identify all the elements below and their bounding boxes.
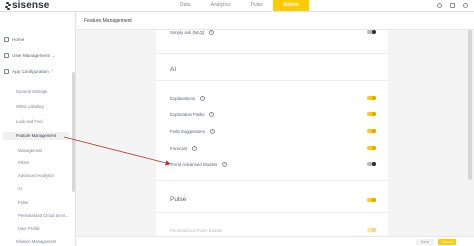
feature-label: Explanations <box>170 95 196 101</box>
info-icon[interactable]: i <box>209 29 215 35</box>
sidebar-item-user-management[interactable]: User Management ⌄ <box>4 53 55 58</box>
sidebar-item-management[interactable]: Management <box>18 148 42 153</box>
top-navbar: sisense Data Analytics Pulse Admin <box>0 0 474 12</box>
help-icon[interactable] <box>437 3 442 8</box>
info-icon[interactable]: i <box>200 95 206 101</box>
feature-row-explanations: Explanations i <box>170 94 382 102</box>
home-icon <box>4 37 9 42</box>
brand-name: sisense <box>12 0 50 11</box>
main-scrollbar[interactable] <box>468 30 472 180</box>
users-icon <box>4 53 9 58</box>
sidebar-item-ai[interactable]: AI <box>18 186 22 191</box>
sidebar-item-app-configuration[interactable]: App Configuration ⌃ <box>4 69 54 74</box>
toggle-trend-advanced-models[interactable] <box>367 162 376 166</box>
feature-row-trend-advanced-models: Trend Advanced Models i <box>170 160 382 168</box>
feature-row-personalized-pulse: Personalized Pulse Builder <box>170 226 382 234</box>
sidebar-item-personalized-cloud[interactable]: Personalized Cloud Servi... <box>18 213 69 218</box>
toggle-forecast[interactable] <box>367 146 376 150</box>
footer-bar: Save Cancel <box>77 236 474 246</box>
section-divider <box>156 53 388 54</box>
sidebar-item-feature-management[interactable]: Feature Management <box>3 132 69 140</box>
info-icon[interactable]: i <box>209 128 215 134</box>
sidebar-scrollbar[interactable] <box>72 72 75 192</box>
toggle-personalized-pulse[interactable] <box>367 228 376 232</box>
notifications-icon[interactable] <box>450 3 455 8</box>
sidebar-item-user-profile[interactable]: User Profile <box>18 226 40 231</box>
feature-label: Exploration Paths <box>170 111 205 117</box>
sidebar-item-look-and-feel[interactable]: Look and Feel <box>16 119 43 124</box>
feature-row-field-suggestions: Field Suggestions i <box>170 127 382 135</box>
sidebar: Home User Management ⌄ App Configuration… <box>0 12 76 246</box>
gear-icon <box>4 69 9 74</box>
info-icon[interactable]: i <box>209 111 215 117</box>
save-button[interactable]: Save <box>416 239 434 245</box>
sidebar-item-filters[interactable]: Filters <box>18 160 29 165</box>
tab-data[interactable]: Data <box>170 0 201 11</box>
toggle-pulse[interactable] <box>367 198 376 202</box>
feature-row-forecast: Forecast i <box>170 144 382 152</box>
toggle-exploration-paths[interactable] <box>367 112 376 116</box>
sidebar-item-general-settings[interactable]: General Settings <box>16 89 47 94</box>
sidebar-item-home[interactable]: Home <box>4 37 24 42</box>
top-icons <box>437 3 468 8</box>
feature-label: Trend Advanced Models <box>170 161 218 167</box>
toggle-field-suggestions[interactable] <box>367 129 376 133</box>
feature-label: Personalized Pulse Builder <box>170 227 223 233</box>
sisense-logo[interactable]: sisense <box>5 1 49 11</box>
feature-label: Simply ask (NLQ) <box>170 29 205 35</box>
feature-label: Forecast <box>170 145 188 151</box>
feature-row-pulse <box>170 196 382 204</box>
sidebar-item-advanced-analytics[interactable]: Advanced Analytics <box>18 173 54 178</box>
user-avatar-icon[interactable] <box>463 3 468 8</box>
section-title-ai: AI <box>170 66 177 73</box>
feature-label: Field Suggestions <box>170 128 205 134</box>
toggle-explanations[interactable] <box>367 96 376 100</box>
tab-admin[interactable]: Admin <box>273 0 309 11</box>
arrow-line <box>63 136 171 166</box>
sidebar-item-white-labeling[interactable]: White Labeling <box>16 104 44 109</box>
info-icon[interactable]: i <box>192 145 198 151</box>
section-divider <box>156 80 388 81</box>
feature-row-exploration-paths: Exploration Paths i <box>170 110 382 118</box>
tab-analytics[interactable]: Analytics <box>201 0 241 11</box>
chevron-down-icon: ⌄ <box>51 53 56 58</box>
feature-row-simply-ask: Simply ask (NLQ) i <box>170 28 382 36</box>
logo-icon <box>5 1 11 11</box>
chevron-up-icon: ⌃ <box>50 69 55 74</box>
section-divider <box>156 212 388 213</box>
page-title: Feature Management <box>84 18 132 24</box>
cancel-button[interactable]: Cancel <box>438 239 456 245</box>
section-divider <box>156 180 388 181</box>
tab-pulse[interactable]: Pulse <box>241 0 274 11</box>
toggle-simply-ask[interactable] <box>367 30 376 34</box>
main-nav: Data Analytics Pulse Admin <box>170 0 309 11</box>
sidebar-item-infusion-management[interactable]: Infusion Management <box>16 239 56 244</box>
feature-panel: Simply ask (NLQ) i AI Explanations i Exp… <box>156 28 388 246</box>
sidebar-item-pulse[interactable]: Pulse <box>18 200 28 205</box>
info-icon[interactable]: i <box>222 161 228 167</box>
